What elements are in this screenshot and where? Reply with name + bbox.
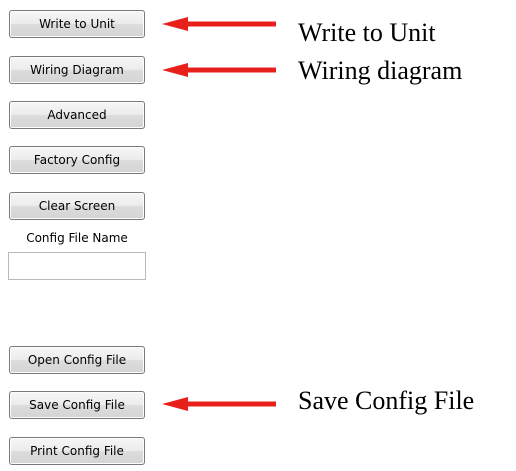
wiring-diagram-annotation: Wiring diagram <box>298 56 463 85</box>
red-arrow-icon <box>162 17 276 31</box>
advanced-button[interactable]: Advanced <box>9 101 145 129</box>
save-config-file-button[interactable]: Save Config File <box>9 391 145 419</box>
red-arrow-icon <box>162 397 276 411</box>
config-file-name-field[interactable] <box>8 252 146 280</box>
wiring-diagram-button[interactable]: Wiring Diagram <box>9 56 145 84</box>
print-config-file-button[interactable]: Print Config File <box>9 437 145 465</box>
red-arrow-icon <box>162 63 276 77</box>
factory-config-button[interactable]: Factory Config <box>9 146 145 174</box>
open-config-file-button[interactable]: Open Config File <box>9 346 145 374</box>
config-file-name-label: Config File Name <box>26 231 128 245</box>
write-to-unit-annotation: Write to Unit <box>298 18 436 47</box>
write-to-unit-button[interactable]: Write to Unit <box>9 10 145 38</box>
clear-screen-button[interactable]: Clear Screen <box>9 192 145 220</box>
save-config-file-annotation: Save Config File <box>298 386 475 415</box>
